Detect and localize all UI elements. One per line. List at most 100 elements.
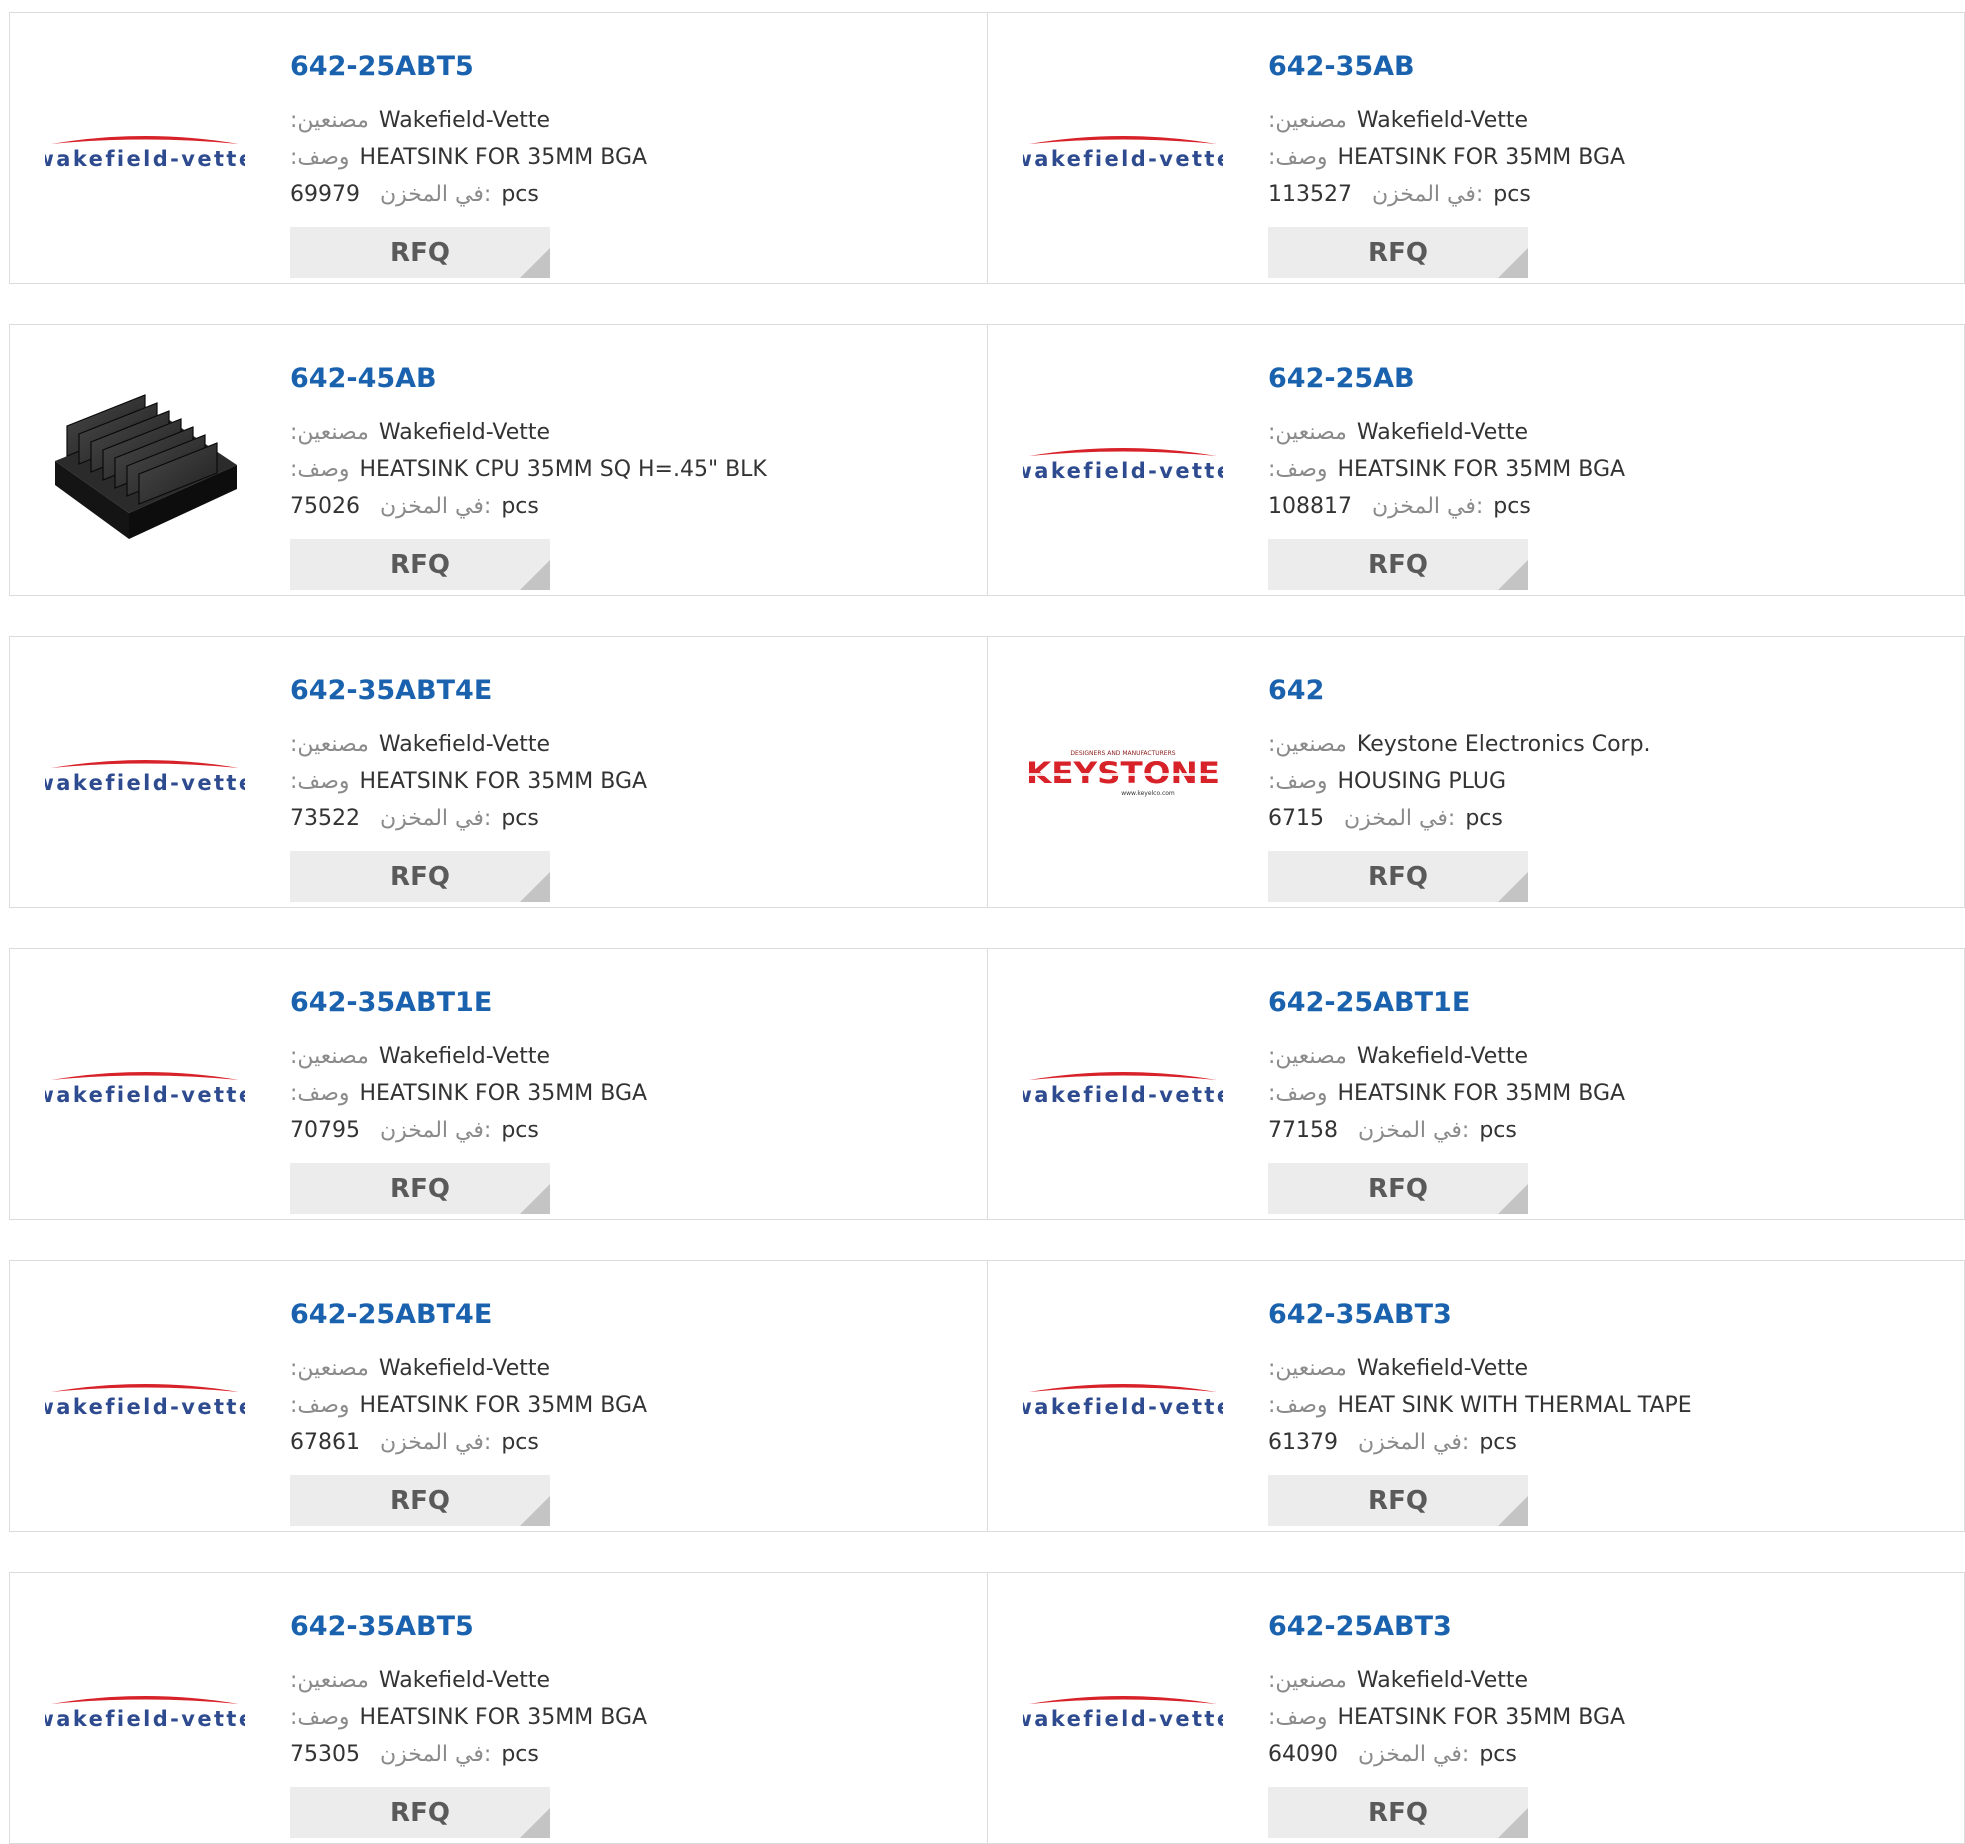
product-card: DESIGNERS AND MANUFACTURERS KEYSTONE www…: [988, 637, 1965, 907]
stock-label: في المخزن:: [1358, 1118, 1470, 1143]
stock-line: 108817 في المخزن: pcs: [1268, 492, 1531, 522]
part-number-link[interactable]: 642-25AB: [1268, 363, 1415, 394]
manufacturer-line: :مصنعين Wakefield-Vette: [1268, 106, 1528, 136]
stock-value: 69979: [290, 182, 360, 207]
product-image[interactable]: DESIGNERS AND MANUFACTURERS KEYSTONE www…: [1023, 673, 1223, 873]
stock-value: 113527: [1268, 182, 1352, 207]
product-image[interactable]: wakefield-vette: [1023, 1297, 1223, 1497]
rfq-corner-decoration: [520, 248, 550, 278]
part-number-link[interactable]: 642-25ABT4E: [290, 1299, 492, 1330]
rfq-button[interactable]: RFQ: [1268, 851, 1528, 902]
wakefield-wordmark: wakefield-vette: [45, 1395, 245, 1419]
rfq-button[interactable]: RFQ: [290, 1787, 550, 1838]
stock-label: في المخزن:: [380, 494, 492, 519]
rfq-label: RFQ: [1368, 1485, 1428, 1516]
product-row: 642-45AB :مصنعين Wakefield-Vette :وصف HEAT…: [9, 324, 1965, 596]
rfq-corner-decoration: [520, 1496, 550, 1526]
description-label: :وصف: [290, 1393, 350, 1418]
part-number-link[interactable]: 642-25ABT1E: [1268, 987, 1470, 1018]
product-card: wakefield-vette 642-25AB :مصنعين Wakefiel…: [988, 325, 1965, 595]
rfq-button[interactable]: RFQ: [290, 227, 550, 278]
product-image[interactable]: wakefield-vette: [45, 1297, 245, 1497]
manufacturer-value: Wakefield-Vette: [378, 108, 551, 133]
manufacturer-label: :مصنعين: [1268, 1044, 1347, 1069]
product-card: wakefield-vette 642-25ABT4E :مصنعين Wakef…: [10, 1261, 987, 1531]
description-label: :وصف: [1268, 145, 1328, 170]
stock-label: في المخزن:: [380, 1118, 492, 1143]
description-value: HEATSINK FOR 35MM BGA: [359, 769, 648, 794]
part-number-link[interactable]: 642-35ABT4E: [290, 675, 492, 706]
manufacturer-value: Keystone Electronics Corp.: [1356, 732, 1651, 757]
product-card: 642-45AB :مصنعين Wakefield-Vette :وصف HEAT…: [10, 325, 987, 595]
description-value: HEATSINK FOR 35MM BGA: [359, 145, 648, 170]
product-card: wakefield-vette 642-35ABT1E :مصنعين Wakef…: [10, 949, 987, 1219]
rfq-button[interactable]: RFQ: [1268, 1475, 1528, 1526]
product-image[interactable]: wakefield-vette: [45, 1609, 245, 1809]
wakefield-swoosh: [51, 1072, 239, 1080]
product-image[interactable]: wakefield-vette: [45, 673, 245, 873]
part-number-link[interactable]: 642-35AB: [1268, 51, 1415, 82]
stock-unit: pcs: [1479, 1118, 1517, 1143]
rfq-button[interactable]: RFQ: [290, 851, 550, 902]
stock-unit: pcs: [501, 1742, 539, 1767]
part-number-link[interactable]: 642-45AB: [290, 363, 437, 394]
rfq-corner-decoration: [1498, 1496, 1528, 1526]
wakefield-vette-logo: wakefield-vette: [1023, 448, 1223, 483]
stock-line: 64090 في المخزن: pcs: [1268, 1740, 1517, 1770]
product-image[interactable]: wakefield-vette: [1023, 1609, 1223, 1809]
rfq-button[interactable]: RFQ: [1268, 1787, 1528, 1838]
stock-unit: pcs: [1465, 806, 1503, 831]
manufacturer-value: Wakefield-Vette: [1356, 1044, 1529, 1069]
rfq-button[interactable]: RFQ: [290, 1163, 550, 1214]
product-image[interactable]: wakefield-vette: [45, 985, 245, 1185]
product-card: wakefield-vette 642-25ABT3 :مصنعين Wakefi…: [988, 1573, 1965, 1843]
stock-label: في المخزن:: [1371, 182, 1484, 207]
stock-label: في المخزن:: [380, 1430, 492, 1455]
product-row: wakefield-vette 642-35ABT1E :مصنعين Wakef…: [9, 948, 1965, 1220]
rfq-label: RFQ: [1368, 1797, 1428, 1828]
wakefield-wordmark: wakefield-vette: [1023, 459, 1223, 483]
wakefield-wordmark: wakefield-vette: [1023, 1083, 1223, 1107]
description-line: :وصف HEATSINK FOR 35MM BGA: [290, 1703, 647, 1733]
rfq-label: RFQ: [1368, 237, 1428, 268]
wakefield-wordmark: wakefield-vette: [1023, 1707, 1223, 1731]
manufacturer-value: Wakefield-Vette: [378, 1356, 551, 1381]
wakefield-vette-logo: wakefield-vette: [45, 1696, 245, 1731]
stock-label: في المخزن:: [1358, 1430, 1470, 1455]
product-image[interactable]: wakefield-vette: [1023, 985, 1223, 1185]
wakefield-swoosh: [1029, 448, 1217, 456]
manufacturer-line: :مصنعين Wakefield-Vette: [1268, 418, 1528, 448]
description-label: :وصف: [290, 457, 350, 482]
keystone-stripe: [1027, 773, 1219, 776]
part-number-link[interactable]: 642-35ABT5: [290, 1611, 474, 1642]
part-number-link[interactable]: 642-25ABT5: [290, 51, 474, 82]
part-number-link[interactable]: 642-25ABT3: [1268, 1611, 1452, 1642]
rfq-label: RFQ: [1368, 861, 1428, 892]
stock-unit: pcs: [501, 1118, 539, 1143]
part-number-link[interactable]: 642-35ABT1E: [290, 987, 492, 1018]
rfq-button[interactable]: RFQ: [1268, 539, 1528, 590]
description-line: :وصف HEATSINK FOR 35MM BGA: [290, 1391, 647, 1421]
description-value: HEATSINK FOR 35MM BGA: [1337, 1705, 1626, 1730]
manufacturer-value: Wakefield-Vette: [1356, 108, 1529, 133]
part-number-link[interactable]: 642-35ABT3: [1268, 1299, 1452, 1330]
rfq-button[interactable]: RFQ: [1268, 227, 1528, 278]
manufacturer-label: :مصنعين: [290, 1356, 369, 1381]
stock-unit: pcs: [1479, 1742, 1517, 1767]
manufacturer-line: :مصنعين Wakefield-Vette: [290, 1354, 550, 1384]
stock-unit: pcs: [501, 182, 539, 207]
manufacturer-value: Wakefield-Vette: [378, 420, 551, 445]
part-number-link[interactable]: 642: [1268, 675, 1324, 706]
product-image[interactable]: [45, 361, 245, 561]
description-value: HEATSINK FOR 35MM BGA: [359, 1705, 648, 1730]
stock-unit: pcs: [501, 1430, 539, 1455]
stock-label: في المخزن:: [380, 806, 492, 831]
description-line: :وصف HOUSING PLUG: [1268, 767, 1506, 797]
product-image[interactable]: wakefield-vette: [45, 49, 245, 249]
product-image[interactable]: wakefield-vette: [1023, 361, 1223, 561]
stock-line: 61379 في المخزن: pcs: [1268, 1428, 1517, 1458]
rfq-button[interactable]: RFQ: [1268, 1163, 1528, 1214]
rfq-button[interactable]: RFQ: [290, 1475, 550, 1526]
rfq-button[interactable]: RFQ: [290, 539, 550, 590]
product-image[interactable]: wakefield-vette: [1023, 49, 1223, 249]
